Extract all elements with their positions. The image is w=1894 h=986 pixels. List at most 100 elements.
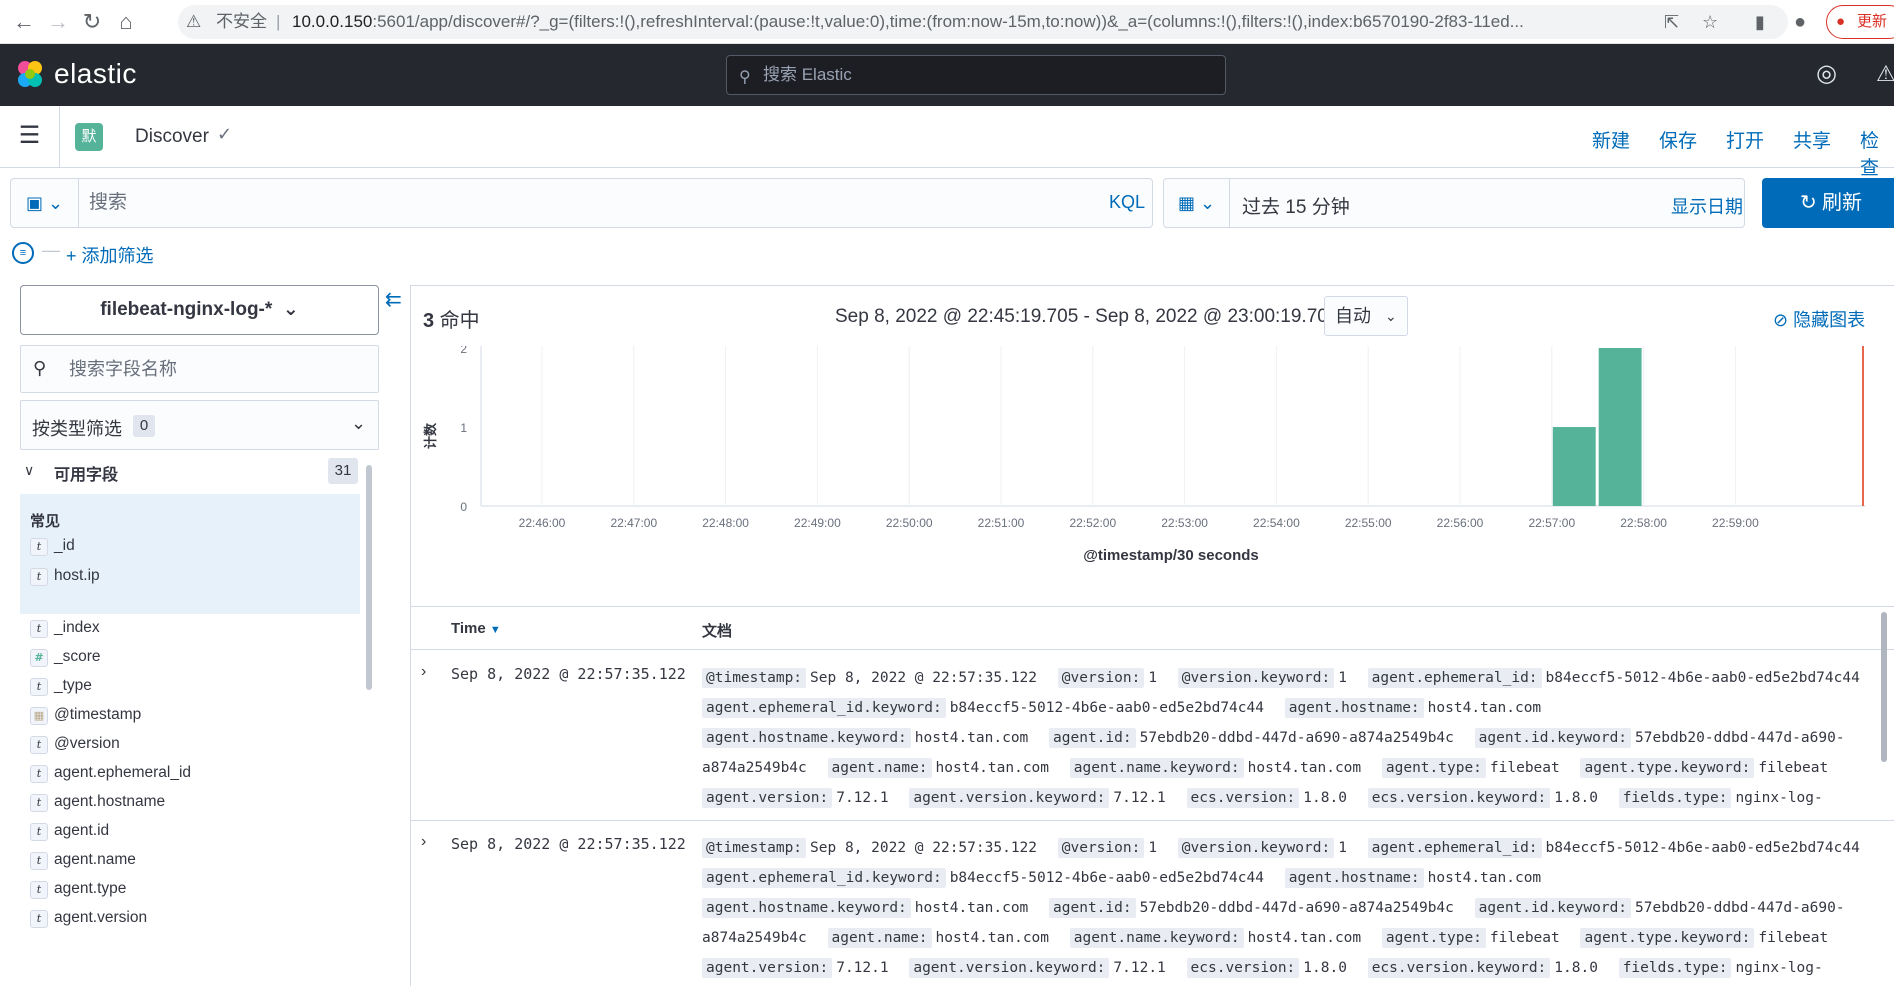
refresh-button[interactable]: ↻ 刷新: [1762, 178, 1894, 228]
address-bar[interactable]: ⚠ 不安全 | 10.0.0.150:5601/app/discover#/?_…: [178, 5, 1788, 39]
field-type-icon: t: [30, 823, 48, 841]
elastic-logo-icon[interactable]: [14, 58, 46, 90]
field-name: _index: [54, 619, 100, 636]
menu-open[interactable]: 打开: [1726, 126, 1764, 153]
hide-chart-label: 隐藏图表: [1793, 310, 1866, 330]
discover-main: 3 命中 Sep 8, 2022 @ 22:45:19.705 - Sep 8,…: [410, 285, 1894, 986]
doc-field-value: 1: [1148, 840, 1158, 856]
saved-query-button[interactable]: ▣ ⌄: [11, 179, 79, 227]
doc-field-value: 1: [1148, 670, 1158, 686]
available-fields-label: 可用字段: [54, 467, 119, 484]
back-arrow-icon[interactable]: ←: [10, 8, 38, 36]
table-scrollbar[interactable]: [1881, 612, 1887, 762]
doc-field-key: fields.type:: [1618, 958, 1732, 978]
forward-arrow-icon[interactable]: →: [44, 8, 72, 36]
doc-field-key: agent.name:: [827, 928, 932, 948]
interval-select[interactable]: 自动 ⌄: [1324, 296, 1408, 336]
bookmark-star-icon[interactable]: ☆: [1702, 5, 1718, 39]
histogram-bar[interactable]: [1552, 427, 1596, 506]
doc-field-value: nginx-log-: [1735, 790, 1823, 806]
x-tick-label: 22:47:00: [610, 516, 657, 530]
share-icon[interactable]: ⇱: [1664, 5, 1679, 39]
field-name: agent.hostname: [54, 793, 166, 810]
global-search-input[interactable]: [763, 56, 1213, 94]
table-row[interactable]: › Sep 8, 2022 @ 22:57:35.122 @timestamp: Se…: [411, 821, 1894, 986]
x-tick-label: 22:55:00: [1345, 516, 1392, 530]
field-type-icon: t: [30, 538, 48, 556]
field-type-icon: t: [30, 568, 48, 586]
browser-toolbar: ← → ↻ ⌂ ⚠ 不安全 | 10.0.0.150:5601/app/disc…: [0, 0, 1894, 44]
field-type-icon: t: [30, 678, 48, 696]
doc-field-value: Sep 8, 2022 @ 22:57:35.122: [810, 840, 1038, 856]
index-pattern-selector[interactable]: filebeat-nginx-log-* ⌄: [20, 285, 379, 335]
doc-field-key: @timestamp:: [702, 838, 807, 858]
refresh-label: 刷新: [1822, 192, 1862, 214]
x-tick-label: 22:50:00: [886, 516, 933, 530]
field-type-icon: t: [30, 881, 48, 899]
quick-date-button[interactable]: ▦ ⌄: [1164, 179, 1230, 227]
menu-save[interactable]: 保存: [1659, 126, 1697, 153]
newsfeed-icon[interactable]: ⚠: [1876, 61, 1894, 87]
kql-toggle[interactable]: KQL: [1109, 192, 1145, 213]
hide-chart-button[interactable]: ⊘ 隐藏图表: [1773, 306, 1865, 332]
doc-field-key: agent.ephemeral_id.keyword:: [702, 868, 946, 888]
reload-icon[interactable]: ↻: [78, 8, 106, 36]
column-time-header[interactable]: Time ▼: [451, 620, 501, 637]
breadcrumb-discover[interactable]: Discover: [135, 126, 209, 148]
doc-field-key: agent.ephemeral_id:: [1367, 668, 1542, 688]
profile-avatar-icon[interactable]: ●: [1786, 8, 1814, 36]
field-name: agent.ephemeral_id: [54, 764, 192, 781]
x-tick-label: 22:57:00: [1528, 516, 1575, 530]
help-icon[interactable]: ◎: [1816, 61, 1837, 87]
doc-field-value: host4.tan.com: [1427, 870, 1542, 886]
url-text[interactable]: 10.0.0.150:5601/app/discover#/?_g=(filte…: [292, 5, 1632, 39]
doc-field-key: @version:: [1057, 838, 1145, 858]
menu-share[interactable]: 共享: [1793, 126, 1831, 153]
field-type-icon: ▦: [30, 707, 48, 725]
histogram-bar[interactable]: [1598, 348, 1642, 506]
menu-inspect[interactable]: 检查: [1860, 126, 1894, 180]
time-range-label[interactable]: 过去 15 分钟: [1242, 192, 1350, 219]
x-axis-label: @timestamp/30 seconds: [1083, 547, 1259, 564]
calendar-icon: ▦: [1177, 193, 1195, 213]
add-filter-button[interactable]: + 添加筛选: [66, 242, 154, 268]
field-name: agent.type: [54, 880, 127, 897]
available-fields-header[interactable]: ∨ 可用字段 31: [20, 458, 360, 486]
field-type-icon: t: [30, 794, 48, 812]
field-type-icon: #: [30, 649, 48, 667]
expand-row-icon[interactable]: ›: [421, 663, 426, 681]
app-bar: ☰ 默 Discover ✓ 新建 保存 打开 共享 检查: [0, 106, 1894, 179]
menu-icon[interactable]: ☰: [0, 106, 60, 168]
show-dates-button[interactable]: 显示日期: [1671, 193, 1743, 219]
collapse-sidebar-icon[interactable]: ⇇: [385, 287, 402, 312]
update-button[interactable]: ● 更新: [1826, 5, 1894, 39]
elastic-logo-text[interactable]: elastic: [54, 58, 137, 90]
insecure-label: 不安全: [216, 12, 267, 31]
home-icon[interactable]: ⌂: [112, 8, 140, 36]
doc-field-value: 7.12.1: [836, 960, 889, 976]
doc-field-key: agent.id:: [1049, 898, 1136, 918]
expand-row-icon[interactable]: ›: [421, 833, 426, 851]
hits-label: 命中: [434, 310, 480, 332]
doc-field-key: agent.type.keyword:: [1580, 758, 1755, 778]
filter-icon[interactable]: ≡: [12, 242, 34, 264]
save-disk-icon: ▣: [25, 193, 43, 213]
field-name: @version: [54, 735, 120, 752]
field-search-input[interactable]: [69, 354, 369, 384]
doc-field-value: filebeat: [1758, 930, 1829, 946]
y-tick-label: 2: [460, 346, 467, 356]
menu-new[interactable]: 新建: [1592, 126, 1630, 153]
doc-field-value: filebeat: [1489, 930, 1560, 946]
space-avatar[interactable]: 默: [75, 123, 103, 151]
sidebar-scrollbar[interactable]: [366, 465, 372, 690]
check-icon: ✓: [217, 124, 233, 144]
sidepanel-icon[interactable]: ▮: [1746, 8, 1774, 36]
x-tick-label: 22:54:00: [1253, 516, 1300, 530]
query-input[interactable]: [89, 187, 989, 219]
type-filter-button[interactable]: 按类型筛选 0 ⌄: [20, 400, 379, 450]
doc-field-value: host4.tan.com: [1247, 760, 1362, 776]
table-row[interactable]: › Sep 8, 2022 @ 22:57:35.122 @timestamp: Se…: [411, 651, 1894, 821]
column-time-label: Time: [451, 620, 486, 637]
global-search[interactable]: ⚲: [726, 55, 1226, 95]
sort-desc-icon[interactable]: ▼: [490, 624, 501, 636]
